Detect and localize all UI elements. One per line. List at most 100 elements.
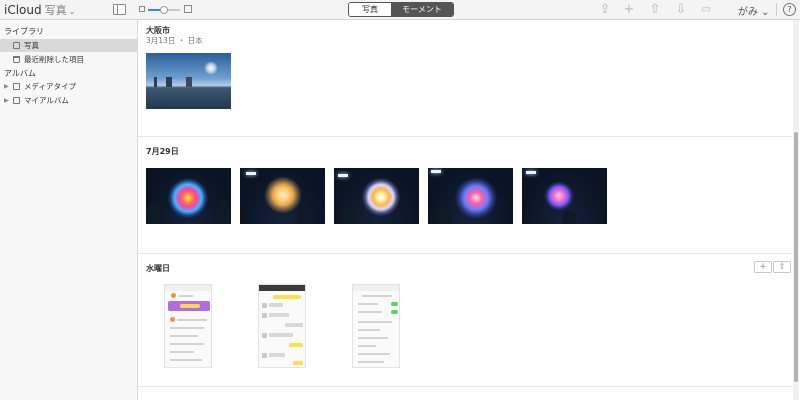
photo-content <box>293 361 303 365</box>
sidebar-item-media-types[interactable]: ▶ メディアタイプ <box>0 80 137 93</box>
sidebar-item-my-albums[interactable]: ▶ マイアルバム <box>0 94 137 107</box>
albums-heading: アルバム <box>4 69 36 78</box>
sidebar-item-label: 最近削除した項目 <box>24 55 84 64</box>
photo-content <box>259 285 305 291</box>
photos-icon <box>13 42 20 49</box>
photo-thumbnail[interactable] <box>428 168 513 224</box>
photo-thumbnail[interactable] <box>146 168 231 224</box>
sidebar-item-label: メディアタイプ <box>24 82 76 91</box>
photo-content <box>216 198 230 224</box>
photo-content <box>170 359 202 361</box>
photo-content <box>338 174 348 177</box>
zoom-out-icon[interactable] <box>139 6 145 12</box>
photo-content <box>204 61 218 75</box>
sidebar-toggle-button[interactable] <box>113 4 126 15</box>
photo-thumbnail[interactable] <box>164 284 212 368</box>
trash-icon[interactable]: ▭ <box>698 2 714 17</box>
add-to-album-button[interactable]: + <box>754 261 772 273</box>
photo-content <box>179 295 193 297</box>
photo-content <box>269 353 285 357</box>
moment-subtitle: 3月13日 ・ 日本 <box>146 36 203 45</box>
divider <box>776 3 777 16</box>
photo-content <box>170 327 204 329</box>
app-name: 写真 <box>44 4 67 17</box>
photo-thumbnail[interactable] <box>334 168 419 224</box>
photo-thumbnail[interactable] <box>522 168 607 224</box>
photo-thumbnail[interactable] <box>240 168 325 224</box>
upload-icon[interactable]: ⇪ <box>597 2 613 17</box>
section-divider <box>138 136 793 137</box>
photo-content <box>246 172 256 175</box>
user-menu[interactable]: がみ ⌄ <box>738 3 770 18</box>
trash-icon <box>13 56 20 63</box>
photo-content <box>269 333 293 337</box>
photo-content <box>362 295 392 297</box>
view-segmented-control: 写真 モーメント <box>348 2 454 17</box>
share-button[interactable]: ⇧ <box>773 261 791 273</box>
zoom-slider[interactable] <box>148 6 180 14</box>
photo-content <box>358 321 392 323</box>
sidebar-item-recently-deleted[interactable]: 最近削除した項目 <box>0 53 137 66</box>
help-icon[interactable]: ? <box>783 3 796 16</box>
photo-thumbnail[interactable] <box>258 284 306 368</box>
sidebar: ライブラリ 写真 最近削除した項目 アルバム ▶ メディアタイプ ▶ マイアルバ… <box>0 20 138 400</box>
scrollbar[interactable] <box>793 20 799 400</box>
photo-content <box>273 295 301 299</box>
photo-content <box>262 353 267 358</box>
app-switcher[interactable]: iCloud 写真 ⌄ <box>4 2 75 18</box>
photo-content <box>285 323 303 327</box>
photo-content <box>358 361 384 363</box>
sidebar-item-photos[interactable]: 写真 <box>0 39 137 52</box>
chevron-down-icon: ⌄ <box>68 7 76 16</box>
sidebar-item-label: マイアルバム <box>24 96 69 105</box>
photo-content <box>454 178 498 218</box>
photo-content <box>146 77 231 87</box>
photo-content <box>168 178 208 218</box>
zoom-in-icon[interactable] <box>184 5 192 13</box>
photo-content <box>431 170 441 173</box>
download-icon[interactable]: ⇩ <box>673 2 689 17</box>
photo-content <box>544 182 574 210</box>
photo-content <box>269 313 289 317</box>
photo-content <box>262 313 267 318</box>
photo-content <box>298 206 312 224</box>
segment-moments[interactable]: モーメント <box>391 3 453 16</box>
section-divider <box>138 386 793 387</box>
photo-content <box>264 176 302 214</box>
moments-view: 大阪市 3月13日 ・ 日本 7月29日 水曜日 + ⇧ <box>138 20 800 400</box>
photo-content <box>391 302 398 306</box>
photo-thumbnail[interactable] <box>146 53 231 109</box>
scrollbar-thumb[interactable] <box>794 132 798 382</box>
photo-content <box>438 206 452 224</box>
add-icon[interactable]: + <box>621 2 637 17</box>
moment-title: 水曜日 <box>146 264 170 273</box>
photo-content <box>353 285 399 291</box>
photo-thumbnail[interactable] <box>352 284 400 368</box>
album-icon <box>13 83 20 90</box>
photo-content <box>168 301 210 311</box>
photo-content <box>146 202 160 224</box>
photo-content <box>165 285 211 291</box>
disclosure-triangle-icon[interactable]: ▶ <box>4 80 9 93</box>
segment-photos[interactable]: 写真 <box>349 3 391 16</box>
top-toolbar: iCloud 写真 ⌄ 写真 モーメント ⇪ + ⇧ ⇩ ▭ がみ ⌄ ? <box>0 0 800 20</box>
disclosure-triangle-icon[interactable]: ▶ <box>4 94 9 107</box>
photo-content <box>562 210 576 224</box>
photo-content <box>171 293 176 298</box>
photo-content <box>262 303 267 308</box>
photo-content <box>289 343 303 347</box>
photo-content <box>358 337 388 339</box>
album-icon <box>13 97 20 104</box>
photo-content <box>358 345 376 347</box>
photo-content <box>358 353 390 355</box>
photo-content <box>358 329 380 331</box>
zoom-slider-handle[interactable] <box>160 6 168 14</box>
photo-content <box>262 333 267 338</box>
photo-content <box>170 317 175 322</box>
photo-content <box>170 351 194 353</box>
share-icon[interactable]: ⇧ <box>647 2 663 17</box>
section-divider <box>138 253 793 254</box>
library-heading: ライブラリ <box>4 27 44 36</box>
photo-content <box>170 335 198 337</box>
photo-content <box>526 171 536 174</box>
